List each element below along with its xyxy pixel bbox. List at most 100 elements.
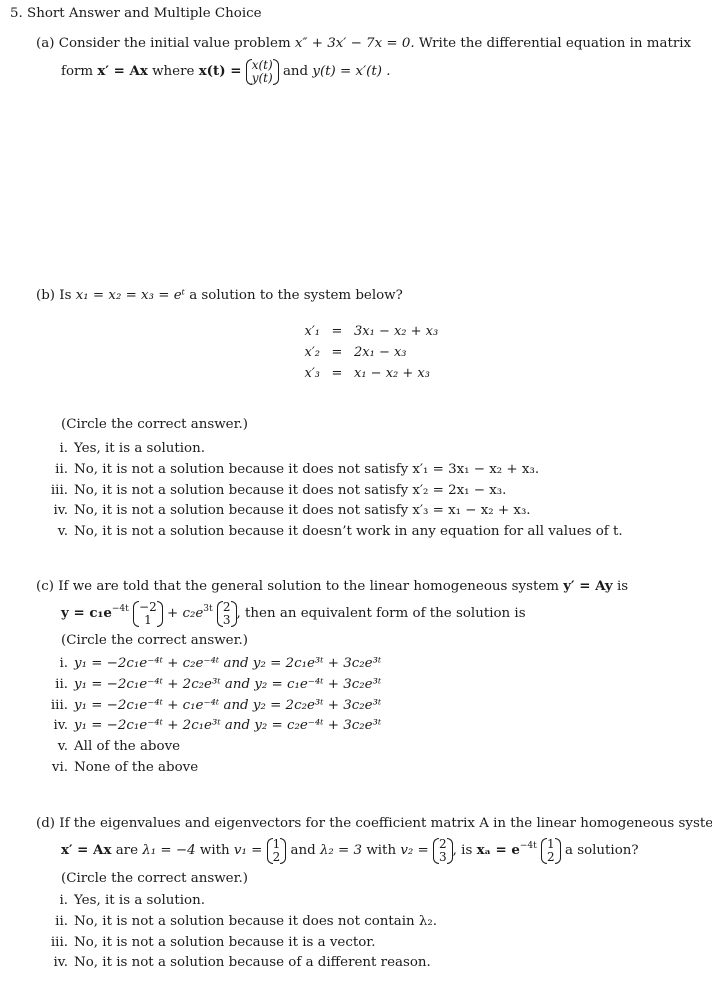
option-text: All of the above	[74, 739, 181, 754]
system-equation: x′₁ = 3x₁ − x₂ + x₃	[290, 321, 439, 342]
part-b-system: x′₁ = 3x₁ − x₂ + x₃ x′₂ = 2x₁ − x₃ x′₃ =…	[290, 321, 439, 384]
option-number: i.	[59, 656, 68, 671]
vector-entry: 2	[272, 849, 281, 864]
option-number: iv.	[53, 955, 68, 970]
part-b-instruction: (Circle the correct answer.)	[61, 417, 249, 432]
text-and: and	[290, 843, 316, 858]
part-a-x-vector-label: x(t) =	[198, 63, 242, 79]
option-text: No, it is not a solution because it does…	[74, 503, 531, 518]
option-number: iii.	[50, 698, 68, 713]
part-d-label: (d)	[36, 816, 56, 831]
part-b-question: (b) Is x₁ = x₂ = x₃ = eᵗ a solution to t…	[36, 289, 403, 302]
part-d-text: If the eigenvalues and eigenvectors for …	[59, 816, 712, 831]
option-text: No, it is not a solution because it does…	[74, 483, 507, 498]
answer-option[interactable]: iv. y₁ = −2c₁e⁻⁴ᵗ + 2c₁e³ᵗ and y₂ = c₂e⁻⁴…	[36, 718, 381, 733]
answer-option[interactable]: iii. y₁ = −2c₁e⁻⁴ᵗ + c₁e⁻⁴ᵗ and y₂ = 2c₂e…	[36, 698, 382, 713]
eigenvector-2: 2 3	[433, 837, 453, 864]
exponent: 3t	[203, 603, 213, 614]
vector-entry: 2	[222, 599, 231, 614]
eigenvector-1: 1 2	[266, 836, 287, 864]
option-number: i.	[59, 893, 68, 908]
candidate-vector: 1 2	[541, 836, 561, 864]
eigenvalue-1: λ₁ = −4	[142, 843, 196, 858]
equation-rhs: x₁ − x₂ + x₃	[354, 366, 430, 381]
problem-heading: 5. Short Answer and Multiple Choice	[10, 6, 262, 21]
option-text: No, it is not a solution because it is a…	[74, 935, 376, 950]
part-a-y-definition: y(t) = x′(t) .	[312, 64, 391, 79]
equation-rhs: 3x₁ − x₂ + x₃	[354, 324, 439, 339]
equals-sign: =	[331, 324, 343, 339]
part-c-system: y′ = Ay	[563, 578, 613, 594]
vector-entry: 3	[222, 612, 231, 627]
option-text: Yes, it is a solution.	[74, 441, 206, 456]
part-b-text-tail: a solution to the system below?	[189, 288, 403, 303]
part-a-label: (a)	[36, 36, 55, 51]
eigenvector-2: 2 3	[216, 599, 237, 627]
option-text: y₁ = −2c₁e⁻⁴ᵗ + 2c₂e³ᵗ and y₂ = c₁e⁻⁴ᵗ +…	[74, 677, 382, 692]
equation-lhs: x′₂	[304, 345, 321, 360]
system-equation: x′₂ = 2x₁ − x₃	[290, 342, 438, 363]
vector-entry: 3	[439, 849, 447, 864]
part-a-text: Consider the initial value problem	[58, 36, 291, 51]
part-a-ode: x″ + 3x′ − 7x = 0.	[294, 36, 415, 51]
part-c-text: If we are told that the general solution…	[58, 579, 559, 594]
part-c-text-tail: , then an equivalent form of the solutio…	[236, 606, 526, 621]
answer-option[interactable]: ii. No, it is not a solution because it d…	[36, 915, 437, 929]
exponent: −4t	[519, 840, 537, 851]
answer-option[interactable]: v. All of the above	[36, 739, 181, 754]
second-term: + c₂e	[167, 606, 204, 621]
vector-entry: −2	[139, 599, 157, 614]
answer-option[interactable]: vi. None of the above	[36, 760, 199, 775]
eigenvector-1: −2 1	[133, 599, 163, 627]
answer-option[interactable]: iv. No, it is not a solution because of a…	[36, 955, 431, 970]
vector-entry: 1	[547, 836, 555, 851]
option-number: iv.	[53, 718, 68, 733]
option-text: No, it is not a solution because of a di…	[74, 955, 431, 970]
eigenvector-1-label: v₁ =	[233, 843, 263, 858]
part-a-line2: form x′ = Ax where x(t) = x(t) y(t) and …	[61, 58, 390, 85]
equation-lhs: x′₁	[304, 324, 321, 339]
answer-option[interactable]: ii. y₁ = −2c₁e⁻⁴ᵗ + 2c₂e³ᵗ and y₂ = c₁e⁻⁴…	[36, 677, 382, 692]
answer-option[interactable]: iii. No, it is not a solution because it …	[36, 935, 376, 950]
part-a-form-text: form	[61, 64, 94, 79]
part-c-is: is	[616, 579, 629, 594]
option-text: y₁ = −2c₁e⁻⁴ᵗ + c₁e⁻⁴ᵗ and y₂ = 2c₂e³ᵗ +…	[74, 698, 382, 713]
answer-option[interactable]: i. y₁ = −2c₁e⁻⁴ᵗ + c₂e⁻⁴ᵗ and y₂ = 2c₁e³ᵗ…	[36, 656, 382, 671]
option-number: iii.	[50, 935, 68, 950]
equation-lhs: x′₃	[304, 366, 321, 381]
text-with: with	[199, 843, 230, 858]
part-a-answer-space	[36, 95, 676, 275]
candidate-solution-label: xₐ = e	[476, 842, 520, 858]
option-number: iv.	[53, 503, 68, 518]
equation-rhs: 2x₁ − x₃	[354, 345, 407, 360]
vector-entry: x(t)	[251, 57, 273, 72]
part-c-label: (c)	[36, 579, 54, 594]
option-number: ii.	[55, 677, 68, 692]
vector-entry: 1	[272, 836, 281, 851]
answer-option[interactable]: i. Yes, it is a solution.	[36, 893, 205, 908]
part-d-system: x′ = Ax	[61, 842, 112, 858]
equals-sign: =	[331, 366, 343, 381]
answer-option[interactable]: i. Yes, it is a solution.	[36, 441, 206, 456]
answer-option[interactable]: ii. No, it is not a solution because it d…	[36, 462, 539, 477]
option-number: iii.	[50, 483, 68, 498]
option-text: y₁ = −2c₁e⁻⁴ᵗ + c₂e⁻⁴ᵗ and y₂ = 2c₁e³ᵗ +…	[74, 656, 382, 671]
answer-option[interactable]: iii. No, it is not a solution because it …	[36, 483, 507, 498]
answer-option[interactable]: iv. No, it is not a solution because it d…	[36, 503, 531, 518]
answer-option[interactable]: v. No, it is not a solution because it do…	[36, 524, 623, 539]
option-text: None of the above	[74, 760, 199, 775]
part-d-line2: x′ = Ax are λ₁ = −4 with v₁ = 1 2 and λ₂…	[61, 835, 639, 866]
option-number: i.	[59, 441, 68, 456]
option-number: v.	[57, 524, 68, 539]
vector-entry: 2	[547, 849, 555, 864]
text-are: are	[115, 843, 139, 858]
equals-sign: =	[331, 345, 343, 360]
option-number: ii.	[55, 462, 68, 477]
option-number: vi.	[51, 760, 68, 775]
part-c-line1: (c) If we are told that the general solu…	[36, 578, 629, 594]
option-number: v.	[57, 739, 68, 754]
system-equation: x′₃ = x₁ − x₂ + x₃	[290, 363, 438, 384]
part-a-line1: (a) Consider the initial value problem x…	[36, 37, 691, 50]
part-a-text-tail: Write the differential equation in matri…	[418, 36, 692, 51]
part-c-general-solution: y = c₁e−4t −2 1 + c₂e3t 2 3 , then an eq…	[61, 598, 526, 629]
